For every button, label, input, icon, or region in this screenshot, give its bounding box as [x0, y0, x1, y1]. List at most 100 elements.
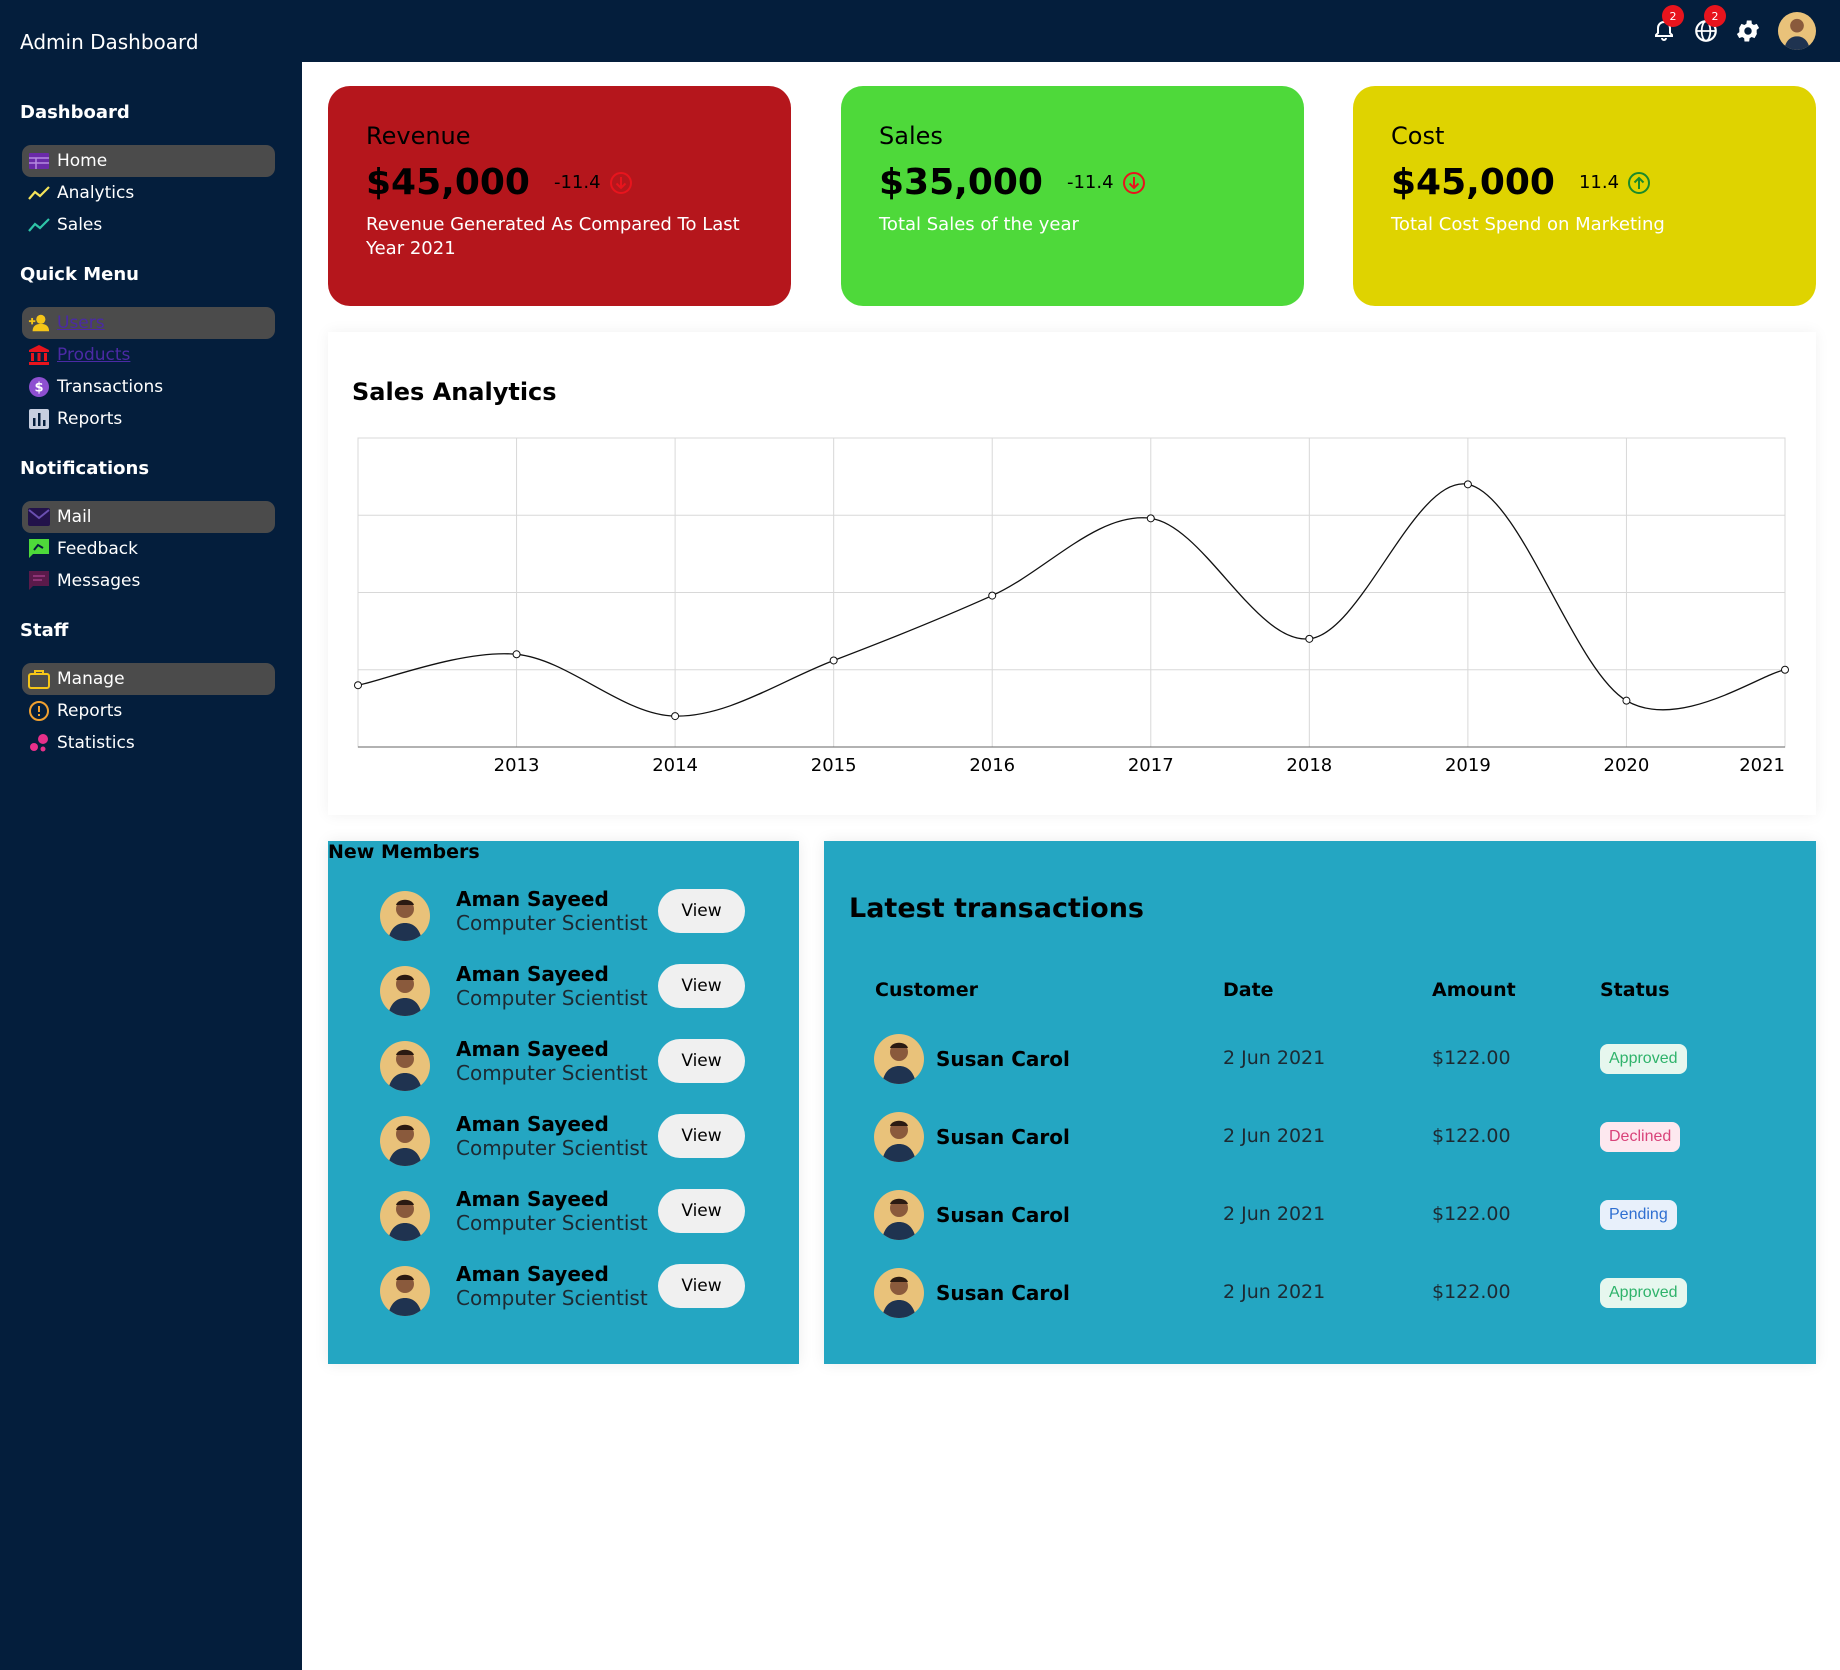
- arrow-down-icon: [1122, 171, 1146, 195]
- feedback-icon: [28, 538, 50, 560]
- card-value: $45,000: [1391, 162, 1555, 203]
- sidebar-item-label: Feedback: [57, 539, 138, 559]
- avatar: [874, 1112, 924, 1162]
- avatar: [380, 891, 430, 941]
- user-avatar[interactable]: [1778, 12, 1816, 50]
- data-point: [829, 656, 838, 665]
- transaction-date: 2 Jun 2021: [1223, 1281, 1326, 1303]
- message-icon: [28, 570, 50, 592]
- trending-up-icon: [28, 214, 50, 236]
- sidebar-item-sales[interactable]: Sales: [22, 209, 275, 241]
- sidebar-item-staff-reports[interactable]: Reports: [22, 695, 275, 727]
- sidebar-item-mail[interactable]: Mail: [22, 501, 275, 533]
- view-member-button[interactable]: View: [658, 889, 745, 933]
- x-tick-label: 2018: [1286, 755, 1332, 776]
- avatar: [380, 1116, 430, 1166]
- member-name: Aman Sayeed: [456, 1037, 609, 1061]
- avatar: [874, 1268, 924, 1318]
- top-bar: Admin Dashboard 2 2: [0, 0, 1840, 62]
- data-point: [512, 650, 521, 659]
- avatar: [874, 1034, 924, 1084]
- card-delta: -11.4: [553, 172, 601, 193]
- x-tick-label: 2015: [811, 755, 857, 776]
- view-member-button[interactable]: View: [658, 1189, 745, 1233]
- member-row: Aman Sayeed Computer Scientist View: [380, 1112, 760, 1168]
- sidebar-item-transactions[interactable]: $ Transactions: [22, 371, 275, 403]
- sidebar-item-products[interactable]: Products: [22, 339, 275, 371]
- member-name: Aman Sayeed: [456, 887, 609, 911]
- x-tick-label: 2013: [494, 755, 540, 776]
- sidebar-item-manage[interactable]: Manage: [22, 663, 275, 695]
- new-members-panel: New Members Aman Sayeed Computer Scientis…: [328, 841, 799, 1364]
- customer-name: Susan Carol: [936, 1203, 1070, 1227]
- card-value: $35,000: [879, 162, 1043, 203]
- card-description: Total Cost Spend on Marketing: [1391, 214, 1665, 235]
- sidebar-item-feedback[interactable]: Feedback: [22, 533, 275, 565]
- sidebar-section-staff: Staff: [20, 620, 69, 641]
- settings-button[interactable]: [1732, 15, 1764, 47]
- briefcase-icon: [28, 668, 50, 690]
- member-job: Computer Scientist: [456, 1211, 648, 1235]
- alert-circle-icon: [28, 700, 50, 722]
- sales-line: [357, 483, 1786, 717]
- sidebar-item-label: Products: [57, 345, 131, 365]
- sales-analytics-panel: Sales Analytics 2013 2014 2015 2016 2017 2018…: [328, 332, 1816, 815]
- transaction-amount: $122.00: [1432, 1125, 1511, 1147]
- transaction-date: 2 Jun 2021: [1223, 1125, 1326, 1147]
- sidebar-item-statistics[interactable]: Statistics: [22, 727, 275, 759]
- x-tick-label: 2019: [1445, 755, 1491, 776]
- sidebar-item-reports[interactable]: Reports: [22, 403, 275, 435]
- person-add-icon: [28, 312, 50, 334]
- status-badge: Pending: [1600, 1200, 1677, 1230]
- avatar: [380, 1191, 430, 1241]
- customer-name: Susan Carol: [936, 1047, 1070, 1071]
- cost-card: Cost $45,000 11.4 Total Cost Spend on Ma…: [1353, 86, 1816, 306]
- bubble-chart-icon: [28, 732, 50, 754]
- sales-card: Sales $35,000 -11.4 Total Sales of the y…: [841, 86, 1304, 306]
- sidebar-item-users[interactable]: Users: [22, 307, 275, 339]
- x-tick-label: 2016: [969, 755, 1015, 776]
- latest-transactions-panel: Latest transactions Customer Date Amount…: [824, 841, 1816, 1364]
- data-point: [354, 681, 362, 690]
- card-description: Total Sales of the year: [879, 214, 1079, 235]
- members-title: New Members: [328, 841, 480, 863]
- card-value: $45,000: [366, 162, 530, 203]
- bank-icon: [28, 344, 50, 366]
- sidebar-item-label: Home: [57, 151, 108, 171]
- transaction-row: Susan Carol 2 Jun 2021 $122.00 Approved: [824, 1263, 1816, 1323]
- member-job: Computer Scientist: [456, 1136, 648, 1160]
- transaction-amount: $122.00: [1432, 1047, 1511, 1069]
- view-member-button[interactable]: View: [658, 964, 745, 1008]
- data-point: [1781, 665, 1789, 674]
- arrow-up-icon: [1627, 171, 1651, 195]
- view-member-button[interactable]: View: [658, 1039, 745, 1083]
- bar-chart-icon: [28, 408, 50, 430]
- member-job: Computer Scientist: [456, 1061, 648, 1085]
- transaction-amount: $122.00: [1432, 1281, 1511, 1303]
- sidebar-item-label: Manage: [57, 669, 125, 689]
- sidebar-item-messages[interactable]: Messages: [22, 565, 275, 597]
- data-point: [1622, 696, 1631, 705]
- sales-line-chart: 2013 2014 2015 2016 2017 2018 2019 2020 2021: [354, 437, 1789, 776]
- status-badge: Approved: [1600, 1278, 1687, 1308]
- sidebar-section-notifications: Notifications: [20, 458, 150, 479]
- member-row: Aman Sayeed Computer Scientist View: [380, 1037, 760, 1093]
- avatar: [380, 1041, 430, 1091]
- notifications-button[interactable]: 2: [1648, 5, 1684, 47]
- card-title: Revenue: [366, 122, 471, 150]
- column-header-date: Date: [1223, 979, 1274, 1001]
- view-member-button[interactable]: View: [658, 1114, 745, 1158]
- sidebar: Dashboard Home Analytics Sales Quick Men…: [0, 62, 302, 1670]
- mail-icon: [28, 506, 50, 528]
- language-button[interactable]: 2: [1690, 5, 1726, 47]
- sidebar-item-label: Sales: [57, 215, 103, 235]
- card-description: Revenue Generated As Compared To Last Ye…: [366, 214, 740, 259]
- avatar: [874, 1190, 924, 1240]
- sidebar-item-home[interactable]: Home: [22, 145, 275, 177]
- customer-name: Susan Carol: [936, 1281, 1070, 1305]
- dollar-circle-icon: $: [28, 376, 50, 398]
- transactions-title: Latest transactions: [849, 893, 1144, 924]
- view-member-button[interactable]: View: [658, 1264, 745, 1308]
- svg-text:$: $: [34, 381, 43, 396]
- sidebar-item-analytics[interactable]: Analytics: [22, 177, 275, 209]
